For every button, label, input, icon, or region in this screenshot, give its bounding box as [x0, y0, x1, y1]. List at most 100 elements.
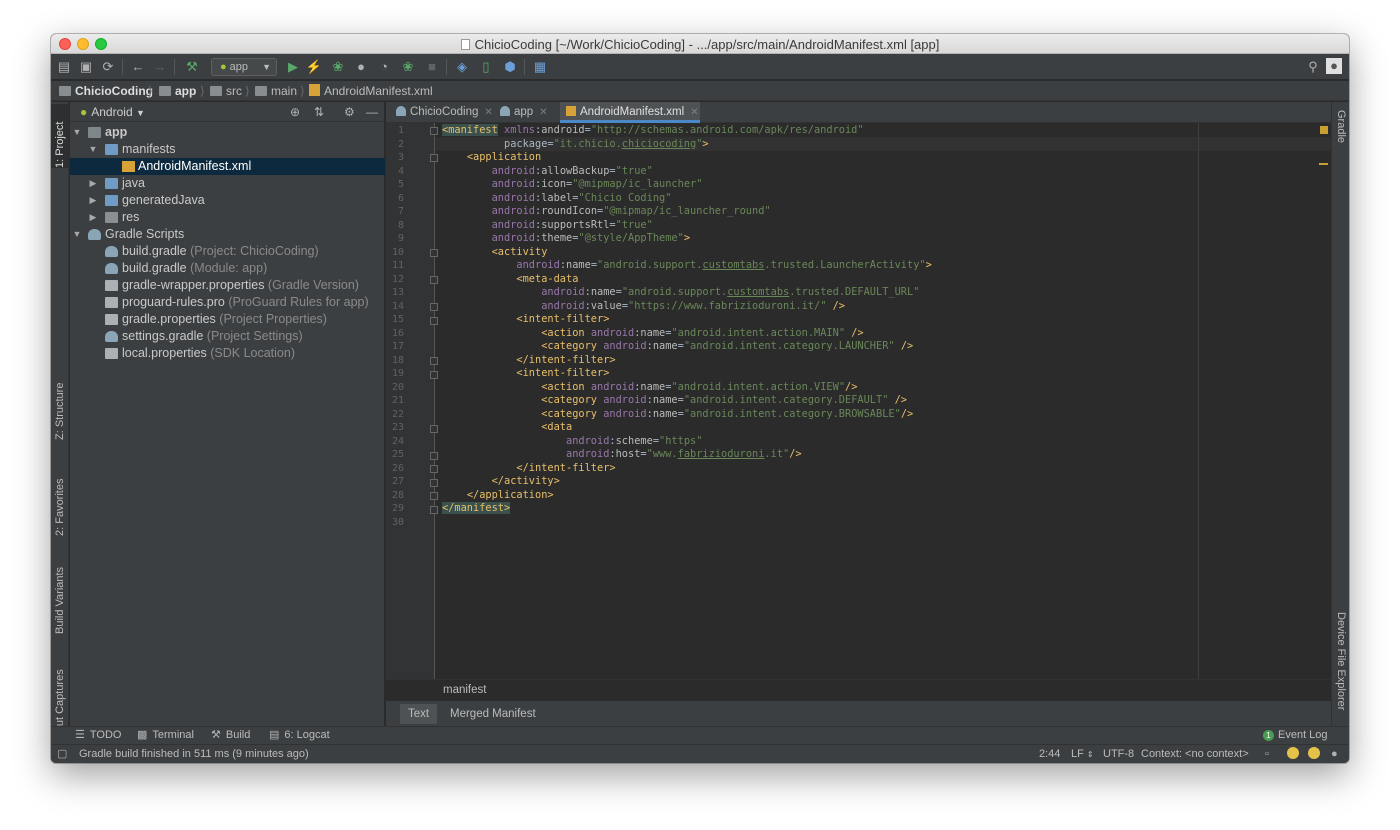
save-icon[interactable]: ▣ — [77, 58, 95, 76]
tree-item-local-properties[interactable]: local.properties (SDK Location) — [70, 345, 385, 362]
feedback-smile-icon[interactable] — [1308, 745, 1320, 763]
close-icon[interactable]: ✕ — [690, 107, 698, 118]
tree-item-proguard[interactable]: proguard-rules.pro (ProGuard Rules for a… — [70, 294, 385, 311]
build-button[interactable]: ⚒ Build — [211, 727, 250, 744]
fold-marker-icon[interactable] — [430, 154, 438, 162]
attach-debugger-icon[interactable]: ❀ — [399, 58, 417, 76]
fold-marker-icon[interactable] — [430, 249, 438, 257]
tab-device-file-explorer[interactable]: Device File Explorer — [1332, 612, 1349, 722]
fold-marker-icon[interactable] — [430, 127, 438, 135]
triangle-right-icon[interactable]: ▶ — [88, 175, 98, 192]
profile-icon[interactable]: ● — [352, 58, 370, 76]
fold-marker-icon[interactable] — [430, 371, 438, 379]
context-indicator[interactable]: Context: <no context> — [1141, 745, 1249, 763]
triangle-down-icon[interactable]: ▼ — [72, 226, 82, 243]
sync-icon[interactable]: ⟳ — [99, 58, 117, 76]
tab-merged-manifest[interactable]: Merged Manifest — [442, 704, 544, 724]
terminal-button[interactable]: ▩ Terminal — [137, 727, 194, 744]
close-icon[interactable]: ✕ — [539, 107, 547, 118]
tree-item-java[interactable]: ▶ java — [70, 175, 385, 192]
project-view-select[interactable]: ● Android ▼ — [80, 102, 145, 123]
fold-marker-icon[interactable] — [430, 425, 438, 433]
editor-breadcrumb[interactable]: manifest — [386, 679, 1331, 699]
toggle-tool-windows-icon[interactable]: ▢ — [57, 745, 67, 763]
apply-changes-icon[interactable]: ⚡ — [305, 58, 323, 76]
fold-marker-icon[interactable] — [430, 479, 438, 487]
project-structure-icon[interactable]: ▦ — [531, 58, 549, 76]
back-icon[interactable]: ← — [129, 58, 147, 76]
tab-app[interactable]: app ✕ — [494, 102, 558, 123]
fold-marker-icon[interactable] — [430, 357, 438, 365]
user-icon[interactable]: ● — [1326, 58, 1342, 74]
hector-icon[interactable]: ● — [1331, 745, 1338, 763]
tree-item-gradle-properties[interactable]: gradle.properties (Project Properties) — [70, 311, 385, 328]
debug-icon[interactable]: ❀ — [329, 58, 347, 76]
tree-item-gradle-wrapper[interactable]: gradle-wrapper.properties (Gradle Versio… — [70, 277, 385, 294]
tab-favorites[interactable]: 2: Favorites — [51, 464, 69, 536]
breadcrumb-item[interactable]: ChicioCoding — [59, 81, 153, 101]
fold-marker-icon[interactable] — [430, 317, 438, 325]
fold-marker-icon[interactable] — [430, 303, 438, 311]
open-icon[interactable]: ▤ — [55, 58, 73, 76]
tab-chiciocoding[interactable]: ChicioCoding ✕ — [390, 102, 493, 123]
fold-marker-icon[interactable] — [430, 492, 438, 500]
close-icon[interactable]: ✕ — [484, 107, 492, 118]
tree-item-settings-gradle[interactable]: settings.gradle (Project Settings) — [70, 328, 385, 345]
event-log-button[interactable]: 1 Event Log — [1263, 727, 1328, 744]
hide-panel-icon[interactable]: — — [366, 102, 378, 122]
tab-build-variants[interactable]: Build Variants — [51, 554, 69, 634]
stop-icon[interactable]: ■ — [423, 58, 441, 76]
caret-position[interactable]: 2:44 — [1039, 745, 1060, 763]
breadcrumb-item[interactable]: app — [159, 81, 196, 101]
tab-gradle[interactable]: Gradle — [1332, 110, 1349, 160]
fold-marker-icon[interactable] — [430, 276, 438, 284]
fold-marker-icon[interactable] — [430, 506, 438, 514]
triangle-down-icon[interactable]: ▼ — [88, 141, 98, 158]
encoding-select[interactable]: UTF-8 — [1103, 745, 1134, 763]
code-editor[interactable]: 1 2 3 4 5 6 7 8 9 10 11 12 13 14 15 16 1… — [386, 123, 1331, 679]
line-separator-select[interactable]: LF ⇕ — [1071, 745, 1094, 763]
tree-item-androidmanifest[interactable]: AndroidManifest.xml — [70, 158, 385, 175]
run-icon[interactable]: ▶ — [284, 58, 302, 76]
run-configuration-select[interactable]: ● app ▼ — [211, 58, 277, 76]
triangle-down-icon[interactable]: ▼ — [72, 124, 82, 141]
breadcrumb-item[interactable]: AndroidManifest.xml — [309, 81, 433, 101]
status-message[interactable]: Gradle build finished in 511 ms (9 minut… — [79, 745, 309, 763]
tab-structure[interactable]: Z: Structure — [51, 376, 69, 440]
tree-item-manifests[interactable]: ▼ manifests — [70, 141, 385, 158]
avd-manager-icon[interactable]: ▯ — [477, 58, 495, 76]
triangle-right-icon[interactable]: ▶ — [88, 192, 98, 209]
tab-androidmanifest[interactable]: AndroidManifest.xml ✕ — [560, 102, 700, 123]
line-number: 27 — [391, 476, 404, 487]
tree-item-app[interactable]: ▼ app — [70, 124, 385, 141]
search-icon[interactable]: ⚲ — [1304, 58, 1322, 76]
fold-marker-icon[interactable] — [430, 452, 438, 460]
triangle-right-icon[interactable]: ▶ — [88, 209, 98, 226]
forward-icon[interactable]: → — [151, 58, 169, 76]
tree-item-build-gradle-module[interactable]: build.gradle (Module: app) — [70, 260, 385, 277]
breadcrumb-item[interactable]: main — [255, 81, 297, 101]
tree-item-generatedjava[interactable]: ▶ generatedJava — [70, 192, 385, 209]
warning-status-icon[interactable] — [1320, 126, 1328, 134]
profiler-gauge-icon[interactable]: ◔ — [375, 58, 393, 76]
warning-marker[interactable] — [1319, 163, 1328, 165]
sdk-manager-icon[interactable]: ⬢ — [501, 58, 519, 76]
tab-project[interactable]: 1: Project — [51, 104, 69, 168]
locate-file-icon[interactable]: ⊕ — [290, 102, 300, 122]
breadcrumb-item[interactable]: src — [210, 81, 242, 101]
build-hammer-icon[interactable]: ⚒ — [183, 58, 201, 76]
tree-item-gradle-scripts[interactable]: ▼ Gradle Scripts — [70, 226, 385, 243]
collapse-all-icon[interactable]: ⇅ — [314, 102, 324, 122]
gradle-sync-icon[interactable]: ◈ — [453, 58, 471, 76]
properties-file-icon — [105, 280, 118, 291]
fold-marker-icon[interactable] — [430, 465, 438, 473]
code-content[interactable]: <manifest xmlns:android="http://schemas.… — [442, 123, 1331, 679]
tree-item-build-gradle-project[interactable]: build.gradle (Project: ChicioCoding) — [70, 243, 385, 260]
logcat-button[interactable]: ▤ 6: Logcat — [269, 727, 330, 744]
tab-text[interactable]: Text — [400, 704, 438, 724]
inspection-smile-icon[interactable] — [1287, 745, 1299, 763]
lock-icon[interactable]: ▫ — [1265, 745, 1269, 763]
tree-item-res[interactable]: ▶ res — [70, 209, 385, 226]
gear-icon[interactable]: ⚙ — [344, 102, 355, 122]
todo-button[interactable]: ☰ TODO — [75, 727, 121, 744]
